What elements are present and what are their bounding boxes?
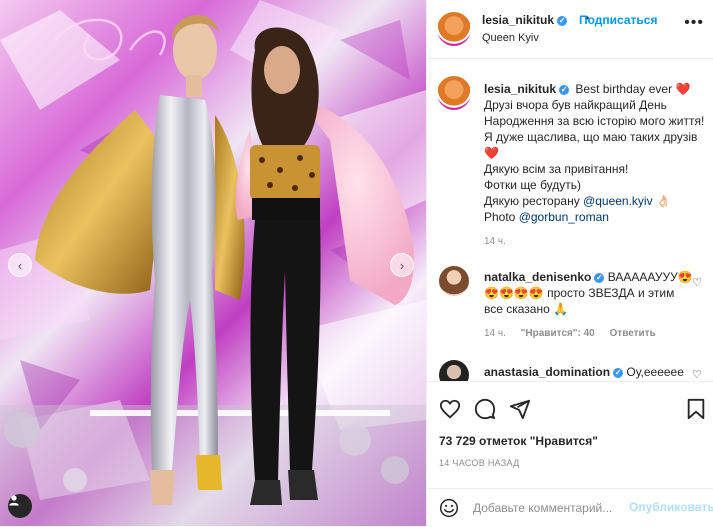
- commenter-username-text[interactable]: anastasia_domination: [484, 365, 610, 379]
- caption-avatar[interactable]: [437, 76, 471, 110]
- caption-line-6: Photo: [484, 210, 516, 224]
- next-photo-button[interactable]: ›: [390, 253, 414, 277]
- caption-line-4: Фотки ще будуть): [484, 178, 582, 192]
- comment-likes-count[interactable]: "Нравится": 40: [521, 328, 595, 339]
- comments-list[interactable]: lesia_nikituk ✓ Best birthday ever ❤️ Дру…: [427, 59, 713, 381]
- more-options-icon[interactable]: •••: [684, 14, 704, 32]
- share-icon[interactable]: [509, 398, 531, 420]
- heart-icon[interactable]: [439, 398, 461, 420]
- heart-emoji: ❤️: [675, 82, 691, 96]
- caption-line-5: Дякую ресторану: [484, 194, 580, 208]
- prev-photo-button[interactable]: ‹: [8, 253, 32, 277]
- commenter-avatar[interactable]: [439, 360, 469, 381]
- caption-line-1: Best birthday ever: [575, 82, 673, 96]
- publish-comment-button[interactable]: Опубликовать: [629, 500, 713, 514]
- author-avatar[interactable]: [437, 12, 471, 46]
- likes-count[interactable]: 73 729 отметок "Нравится": [439, 434, 598, 448]
- commenter-username[interactable]: natalka_denisenko ✓: [484, 270, 605, 284]
- caption-timestamp[interactable]: 14 ч.: [484, 236, 506, 247]
- comment-text: anastasia_domination ✓ Оу,eeeeee: [484, 365, 684, 379]
- verified-icon: ✓: [613, 367, 624, 378]
- post-actions: [427, 381, 713, 442]
- reply-button[interactable]: Ответить: [610, 328, 656, 339]
- comment-text-start: ВАААААУУУ😍: [607, 270, 693, 284]
- post-time-ago[interactable]: 14 ЧАСОВ НАЗАД: [439, 458, 520, 468]
- post-photo[interactable]: ‹ ›: [0, 0, 426, 526]
- comment-input[interactable]: [473, 499, 621, 517]
- location-link[interactable]: Queen Kyiv: [482, 32, 539, 44]
- commenter-username[interactable]: anastasia_domination ✓: [484, 365, 624, 379]
- heart-emoji: ❤️: [484, 146, 499, 160]
- author-username[interactable]: lesia_nikituk ✓: [482, 13, 568, 27]
- bookmark-icon[interactable]: [686, 398, 706, 420]
- commenter-username-text[interactable]: natalka_denisenko: [484, 270, 591, 284]
- commenter-avatar[interactable]: [439, 266, 469, 296]
- post-side-panel: lesia_nikituk ✓ • Подписаться Queen Kyiv …: [426, 0, 713, 526]
- user-tag-icon: [9, 495, 19, 506]
- restaurant-mention-link[interactable]: @queen.kyiv: [583, 194, 653, 208]
- caption-username-text[interactable]: lesia_nikituk: [484, 82, 556, 96]
- verified-icon: ✓: [557, 15, 568, 26]
- caption-line-2: Друзі вчора був найкращий День Народженн…: [484, 98, 705, 144]
- tagged-users-button[interactable]: [8, 494, 32, 518]
- author-username-text[interactable]: lesia_nikituk: [482, 13, 554, 27]
- photographer-mention-link[interactable]: @gorbun_roman: [519, 210, 609, 224]
- emoji-icon[interactable]: [439, 498, 459, 518]
- follow-button[interactable]: Подписаться: [579, 13, 657, 27]
- comment-text: natalka_denisenko ✓ ВАААААУУУ😍 😍😍😍😍 прост…: [484, 269, 694, 317]
- comment-meta: 14 ч. "Нравится": 40 Ответить: [484, 328, 668, 339]
- chevron-left-icon: ‹: [17, 257, 23, 273]
- verified-icon: ✓: [559, 84, 570, 95]
- comment-text-rest: 😍😍😍😍 просто ЗВЕЗДА и этим все сказано 🙏: [484, 286, 675, 316]
- verified-icon: ✓: [594, 272, 605, 283]
- like-comment-heart-icon[interactable]: ♡: [692, 368, 702, 381]
- caption-line-3: Дякую всім за привітання!: [484, 162, 629, 176]
- photo-illustration: [0, 0, 426, 526]
- add-comment-form: Опубликовать: [427, 488, 713, 527]
- caption-username[interactable]: lesia_nikituk ✓: [484, 82, 570, 96]
- comment-icon[interactable]: [474, 398, 496, 420]
- ok-hand-emoji: 👌🏻: [655, 194, 671, 208]
- caption-text: lesia_nikituk ✓ Best birthday ever ❤️ Дру…: [484, 81, 706, 225]
- comment-timestamp[interactable]: 14 ч.: [484, 328, 506, 339]
- chevron-right-icon: ›: [399, 257, 405, 273]
- like-comment-heart-icon[interactable]: ♡: [692, 276, 702, 289]
- post-header: lesia_nikituk ✓ • Подписаться Queen Kyiv …: [427, 0, 713, 59]
- comment-text-content: Оу,eeeeee: [626, 365, 684, 379]
